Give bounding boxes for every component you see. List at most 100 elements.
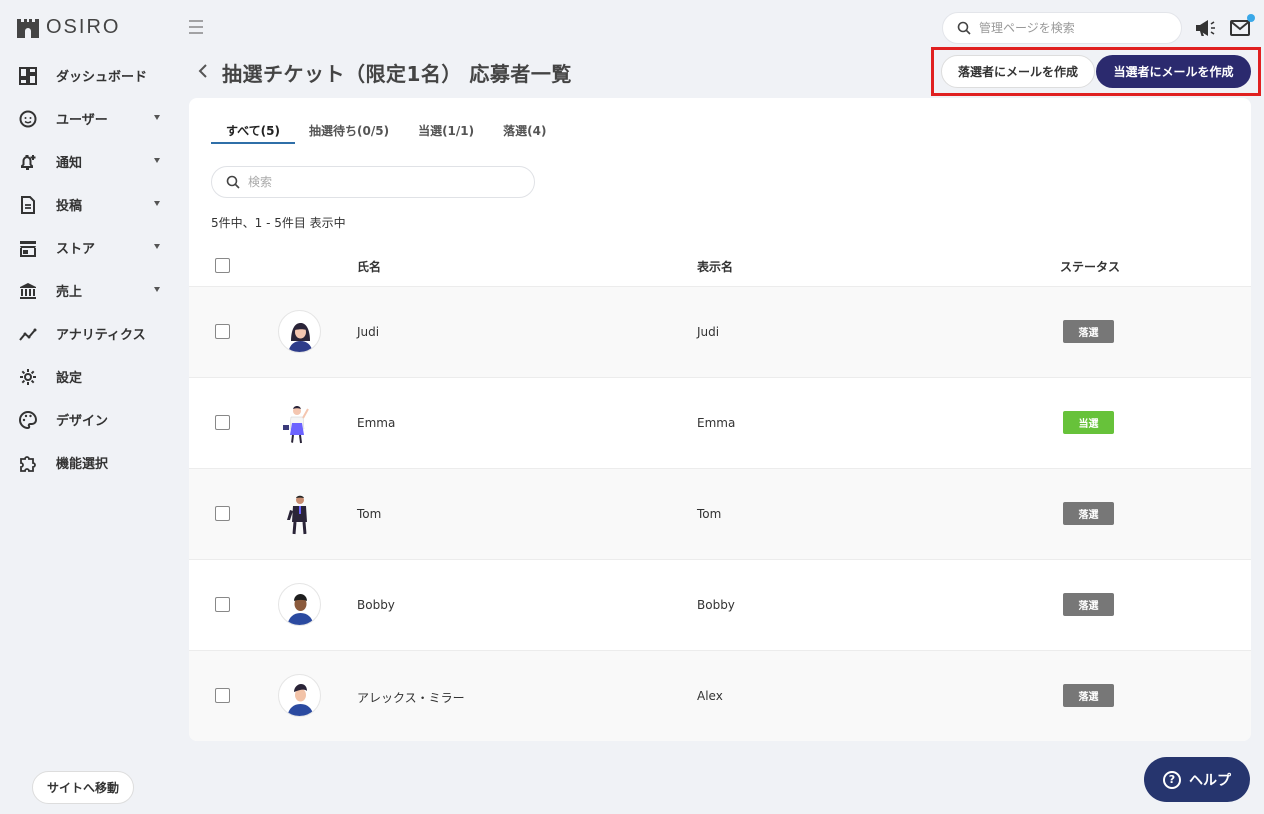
table-row[interactable]: アレックス・ミラー Alex 落選: [189, 650, 1251, 741]
applicant-display-name: Judi: [697, 325, 720, 339]
table-row[interactable]: Emma Emma 当選: [189, 377, 1251, 468]
applicant-name: Judi: [357, 325, 380, 339]
sidebar-item-label: ストア: [56, 242, 96, 257]
sidebar-item-notifications[interactable]: 通知: [0, 140, 176, 183]
palette-icon: [18, 410, 38, 430]
megaphone-icon[interactable]: [1194, 18, 1216, 38]
avatar: [278, 674, 321, 717]
notification-dot: [1247, 14, 1255, 22]
admin-search-box[interactable]: [942, 12, 1182, 44]
avatar: [278, 583, 321, 626]
select-all-checkbox[interactable]: [215, 258, 230, 273]
sidebar-item-dashboard[interactable]: ダッシュボード: [0, 54, 176, 97]
tab-all[interactable]: すべて(5): [211, 122, 295, 144]
caret-down-icon: [154, 287, 160, 292]
status-badge: 落選: [1063, 593, 1114, 616]
status-badge: 落選: [1063, 320, 1114, 343]
sidebar: OSIRO ダッシュボード ユーザー 通知 投稿 ストア 売上 アナリティクス …: [0, 0, 176, 814]
applicant-display-name: Alex: [697, 689, 723, 703]
sidebar-item-settings[interactable]: 設定: [0, 355, 176, 398]
caret-down-icon: [154, 158, 160, 163]
sidebar-item-label: ユーザー: [56, 113, 108, 128]
table-row[interactable]: Tom Tom 落選: [189, 468, 1251, 559]
tab-pending[interactable]: 抽選待ち(0/5): [309, 122, 389, 144]
avatar: [278, 401, 321, 444]
bell-plus-icon: [18, 152, 38, 172]
analytics-icon: [18, 324, 38, 344]
avatar: [278, 310, 321, 353]
sidebar-item-store[interactable]: ストア: [0, 226, 176, 269]
sidebar-item-features[interactable]: 機能選択: [0, 441, 176, 484]
tab-won[interactable]: 当選(1/1): [418, 122, 474, 144]
help-label: ヘルプ: [1189, 772, 1231, 789]
go-to-site-button[interactable]: サイトへ移動: [32, 771, 135, 804]
page-title: 抽選チケット（限定1名） 応募者一覧: [222, 62, 572, 86]
sidebar-nav: ダッシュボード ユーザー 通知 投稿 ストア 売上 アナリティクス 設定 デザイ…: [0, 54, 176, 484]
row-checkbox[interactable]: [215, 324, 230, 339]
result-count: 5件中、1 - 5件目 表示中: [211, 216, 346, 230]
table-row[interactable]: Judi Judi 落選: [189, 286, 1251, 377]
email-winners-button[interactable]: 当選者にメールを作成: [1096, 55, 1251, 88]
tab-lost[interactable]: 落選(4): [503, 122, 546, 144]
sidebar-item-analytics[interactable]: アナリティクス: [0, 312, 176, 355]
row-checkbox[interactable]: [215, 688, 230, 703]
mail-notification-button[interactable]: [1230, 14, 1255, 38]
dashboard-icon: [18, 66, 38, 86]
bank-icon: [18, 281, 38, 301]
sidebar-item-label: 機能選択: [56, 457, 109, 472]
column-header-status: ステータス: [1060, 260, 1121, 274]
email-losers-button[interactable]: 落選者にメールを作成: [941, 55, 1095, 88]
applicant-rows: Judi Judi 落選 Emma Emma 当選 Tom Tom 落選 Bob…: [189, 286, 1251, 741]
sidebar-item-sales[interactable]: 売上: [0, 269, 176, 312]
sidebar-item-label: 投稿: [56, 199, 83, 214]
sidebar-item-users[interactable]: ユーザー: [0, 97, 176, 140]
applicant-display-name: Tom: [697, 507, 722, 521]
man-avatar-icon: [287, 684, 314, 716]
search-icon: [957, 21, 971, 35]
store-icon: [18, 238, 38, 258]
back-chevron-icon[interactable]: [196, 62, 210, 80]
puzzle-icon: [18, 453, 38, 473]
question-circle-icon: ?: [1163, 770, 1181, 789]
applicant-name: Bobby: [357, 598, 395, 612]
table-row[interactable]: Bobby Bobby 落選: [189, 559, 1251, 650]
sidebar-item-posts[interactable]: 投稿: [0, 183, 176, 226]
table-header: 氏名 表示名 ステータス: [189, 246, 1251, 286]
sidebar-item-design[interactable]: デザイン: [0, 398, 176, 441]
status-tabs: すべて(5) 抽選待ち(0/5) 当選(1/1) 落選(4): [211, 122, 575, 144]
row-checkbox[interactable]: [215, 415, 230, 430]
sidebar-item-label: デザイン: [56, 414, 109, 429]
column-header-name: 氏名: [357, 260, 382, 274]
row-checkbox[interactable]: [215, 597, 230, 612]
applicant-display-name: Emma: [697, 416, 736, 430]
help-button[interactable]: ? ヘルプ: [1144, 757, 1250, 802]
document-icon: [18, 195, 38, 215]
woman-waving-avatar-icon: [283, 406, 309, 444]
search-icon: [226, 175, 240, 189]
gear-icon: [18, 367, 38, 387]
man-suit-avatar-icon: [287, 495, 307, 535]
sidebar-item-label: アナリティクス: [56, 328, 146, 343]
admin-search-input[interactable]: [979, 21, 1159, 35]
user-face-icon: [18, 109, 38, 129]
status-badge: 当選: [1063, 411, 1114, 434]
applicant-display-name: Bobby: [697, 598, 735, 612]
caret-down-icon: [154, 201, 160, 206]
applicant-name: Tom: [357, 507, 382, 521]
column-header-display-name: 表示名: [697, 260, 734, 274]
applicant-name: アレックス・ミラー: [357, 691, 465, 705]
woman-avatar-icon: [288, 323, 313, 352]
status-badge: 落選: [1063, 684, 1114, 707]
avatar: [278, 492, 321, 535]
row-checkbox[interactable]: [215, 506, 230, 521]
caret-down-icon: [154, 244, 160, 249]
applicant-search-input[interactable]: [248, 175, 508, 189]
caret-down-icon: [154, 115, 160, 120]
brand-name: OSIRO: [46, 16, 121, 38]
status-badge: 落選: [1063, 502, 1114, 525]
mail-icon: [1230, 20, 1250, 36]
hamburger-menu-icon[interactable]: [188, 20, 204, 34]
brand-logo[interactable]: OSIRO: [16, 16, 120, 39]
man-avatar-icon: [287, 594, 314, 625]
applicant-search-box[interactable]: [211, 166, 535, 198]
